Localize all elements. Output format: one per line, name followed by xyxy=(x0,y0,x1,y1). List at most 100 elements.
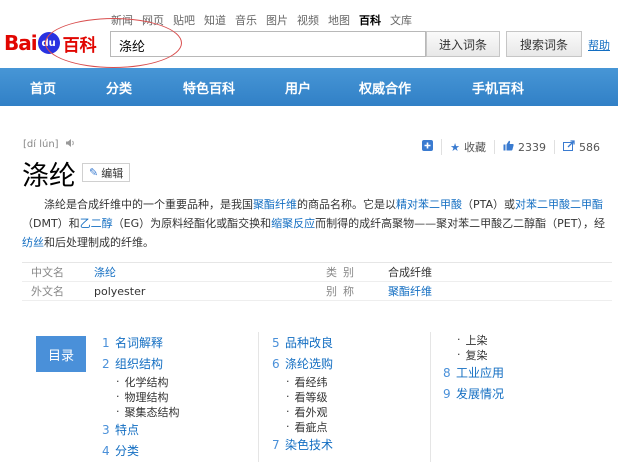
info-value[interactable]: 涤纶 xyxy=(94,264,326,280)
top-link[interactable]: 知道 xyxy=(204,12,226,28)
thumbs-up-icon xyxy=(503,140,514,154)
add-button[interactable] xyxy=(414,140,441,154)
summary-text: （DMT）和 xyxy=(22,217,80,230)
catalog-item[interactable]: 6 涤纶选购 xyxy=(272,353,333,374)
summary-link[interactable]: 精对苯二甲酸 xyxy=(396,198,462,211)
baidu-baike-logo[interactable]: Bai du 百科 xyxy=(4,31,97,56)
top-link[interactable]: 贴吧 xyxy=(173,12,195,28)
nav-home[interactable]: 首页 xyxy=(0,68,86,106)
share-count: 586 xyxy=(579,140,600,154)
search-entry-button[interactable]: 搜索词条 xyxy=(506,31,582,57)
help-link[interactable]: 帮助 xyxy=(588,37,610,53)
top-link[interactable]: 地图 xyxy=(328,12,350,28)
catalog-subitem-label: 看疵点 xyxy=(294,420,328,434)
top-link[interactable]: 文库 xyxy=(390,12,412,28)
top-link[interactable]: 网页 xyxy=(142,12,164,28)
catalog-subitem-label: 上染 xyxy=(465,333,488,347)
bullet-dot: · xyxy=(286,375,290,388)
edit-label: 编辑 xyxy=(101,166,124,180)
summary-link[interactable]: 对苯二甲酸二甲酯 xyxy=(515,198,603,211)
speaker-icon[interactable] xyxy=(65,138,75,151)
catalog-subitem-label: 化学结构 xyxy=(124,375,169,389)
enter-entry-button[interactable]: 进入词条 xyxy=(426,31,500,57)
main-nav: 首页 分类 特色百科 用户 权威合作 手机百科 xyxy=(0,68,618,106)
info-row: 中文名 涤纶 类别 合成纤维 xyxy=(22,263,612,282)
summary-text: （PTA）或 xyxy=(462,198,516,211)
summary-text: 涤纶是合成纤维中的一个重要品种，是我国 xyxy=(44,198,253,211)
entry-title: 涤纶 xyxy=(22,161,76,192)
catalog-item[interactable]: 8 工业应用 xyxy=(443,362,504,383)
catalog-item-number: 8 xyxy=(443,365,451,380)
paw-icon: du xyxy=(37,32,60,54)
summary-text: 和后处理制成的纤维。 xyxy=(44,236,154,249)
catalog-subitem[interactable]: · 看等级 xyxy=(272,389,333,404)
star-icon: ★ xyxy=(450,140,460,154)
catalog-item-label: 名词解释 xyxy=(115,336,164,350)
catalog-subitem[interactable]: · 物理结构 xyxy=(102,389,180,404)
nav-user[interactable]: 用户 xyxy=(266,68,330,106)
catalog-subitem-label: 复染 xyxy=(465,348,488,362)
pinyin-text: [dí lún] xyxy=(23,139,59,150)
collect-button[interactable]: ★ 收藏 xyxy=(441,139,494,155)
catalog-item[interactable]: 2 组织结构 xyxy=(102,353,180,374)
info-name: 外文名 xyxy=(31,285,64,298)
catalog-subitem-label: 看经纬 xyxy=(294,375,328,389)
catalog-item-label: 发展情况 xyxy=(456,387,505,401)
catalog-subitem[interactable]: · 看外观 xyxy=(272,404,333,419)
nav-authority[interactable]: 权威合作 xyxy=(330,68,440,106)
pinyin-row: [dí lún] xyxy=(23,138,75,151)
summary-text: 的商品名称。它是以 xyxy=(297,198,396,211)
catalog-subitem[interactable]: · 化学结构 xyxy=(102,374,180,389)
catalog-item-label: 特点 xyxy=(115,423,140,437)
top-link[interactable]: 音乐 xyxy=(235,12,257,28)
summary-link[interactable]: 聚酯纤维 xyxy=(253,198,297,211)
catalog-item[interactable]: 3 特点 xyxy=(102,419,180,440)
nav-featured[interactable]: 特色百科 xyxy=(152,68,266,106)
catalog-item-number: 9 xyxy=(443,386,451,401)
bullet-dot: · xyxy=(457,333,461,346)
catalog-item[interactable]: 4 分类 xyxy=(102,440,180,461)
bullet-dot: · xyxy=(116,405,120,418)
top-link[interactable]: 新闻 xyxy=(111,12,133,28)
catalog-subitem-label: 看外观 xyxy=(294,405,328,419)
top-link[interactable]: 百科 xyxy=(359,12,381,28)
summary-link[interactable]: 纺丝 xyxy=(22,236,44,249)
catalog-subitem[interactable]: · 上染 xyxy=(443,332,504,347)
share-button[interactable]: 586 xyxy=(554,140,608,154)
catalog-column-3: · 上染 · 复染 8 工业应用 9 发展情况 xyxy=(443,332,504,404)
info-name: 类别 xyxy=(326,266,360,279)
catalog-item-number: 3 xyxy=(102,422,110,437)
catalog-item[interactable]: 7 染色技术 xyxy=(272,434,333,455)
entry-actions: ★ 收藏 2339 586 xyxy=(414,139,608,155)
info-name: 别称 xyxy=(326,285,360,298)
catalog-item[interactable]: 9 发展情况 xyxy=(443,383,504,404)
info-value: polyester xyxy=(94,284,146,298)
like-button[interactable]: 2339 xyxy=(494,140,554,154)
nav-mobile[interactable]: 手机百科 xyxy=(440,68,556,106)
catalog-item[interactable]: 5 品种改良 xyxy=(272,332,333,353)
catalog: 目录 1 名词解释 2 组织结构 · 化学结构 · 物理结构 · 聚集态结构 3 特点 4 分类 5 品种改… xyxy=(22,322,618,470)
catalog-subitem[interactable]: · 复染 xyxy=(443,347,504,362)
catalog-item[interactable]: 1 名词解释 xyxy=(102,332,180,353)
top-link[interactable]: 视频 xyxy=(297,12,319,28)
catalog-subitem[interactable]: · 看疵点 xyxy=(272,419,333,434)
logo-text-baike: 百科 xyxy=(62,35,97,56)
catalog-subitem[interactable]: · 看经纬 xyxy=(272,374,333,389)
plus-square-icon xyxy=(422,140,434,154)
summary-link[interactable]: 缩聚反应 xyxy=(271,217,315,230)
info-value[interactable]: 聚酯纤维 xyxy=(388,283,432,299)
search-input[interactable]: 涤纶 xyxy=(110,31,426,57)
catalog-subitem[interactable]: · 聚集态结构 xyxy=(102,404,180,419)
edit-button[interactable]: ✎ 编辑 xyxy=(82,163,131,182)
summary-link[interactable]: 乙二醇 xyxy=(80,217,113,230)
info-value: 合成纤维 xyxy=(388,266,432,279)
catalog-item-label: 工业应用 xyxy=(456,366,505,380)
basic-info-table: 中文名 涤纶 类别 合成纤维 外文名 polyester 别称 聚酯纤维 xyxy=(22,262,612,301)
bullet-dot: · xyxy=(457,348,461,361)
catalog-item-label: 品种改良 xyxy=(285,336,334,350)
catalog-subitem-label: 物理结构 xyxy=(124,390,169,404)
catalog-item-label: 分类 xyxy=(115,444,140,458)
nav-category[interactable]: 分类 xyxy=(86,68,152,106)
top-link[interactable]: 图片 xyxy=(266,12,288,28)
catalog-item-number: 6 xyxy=(272,356,280,371)
